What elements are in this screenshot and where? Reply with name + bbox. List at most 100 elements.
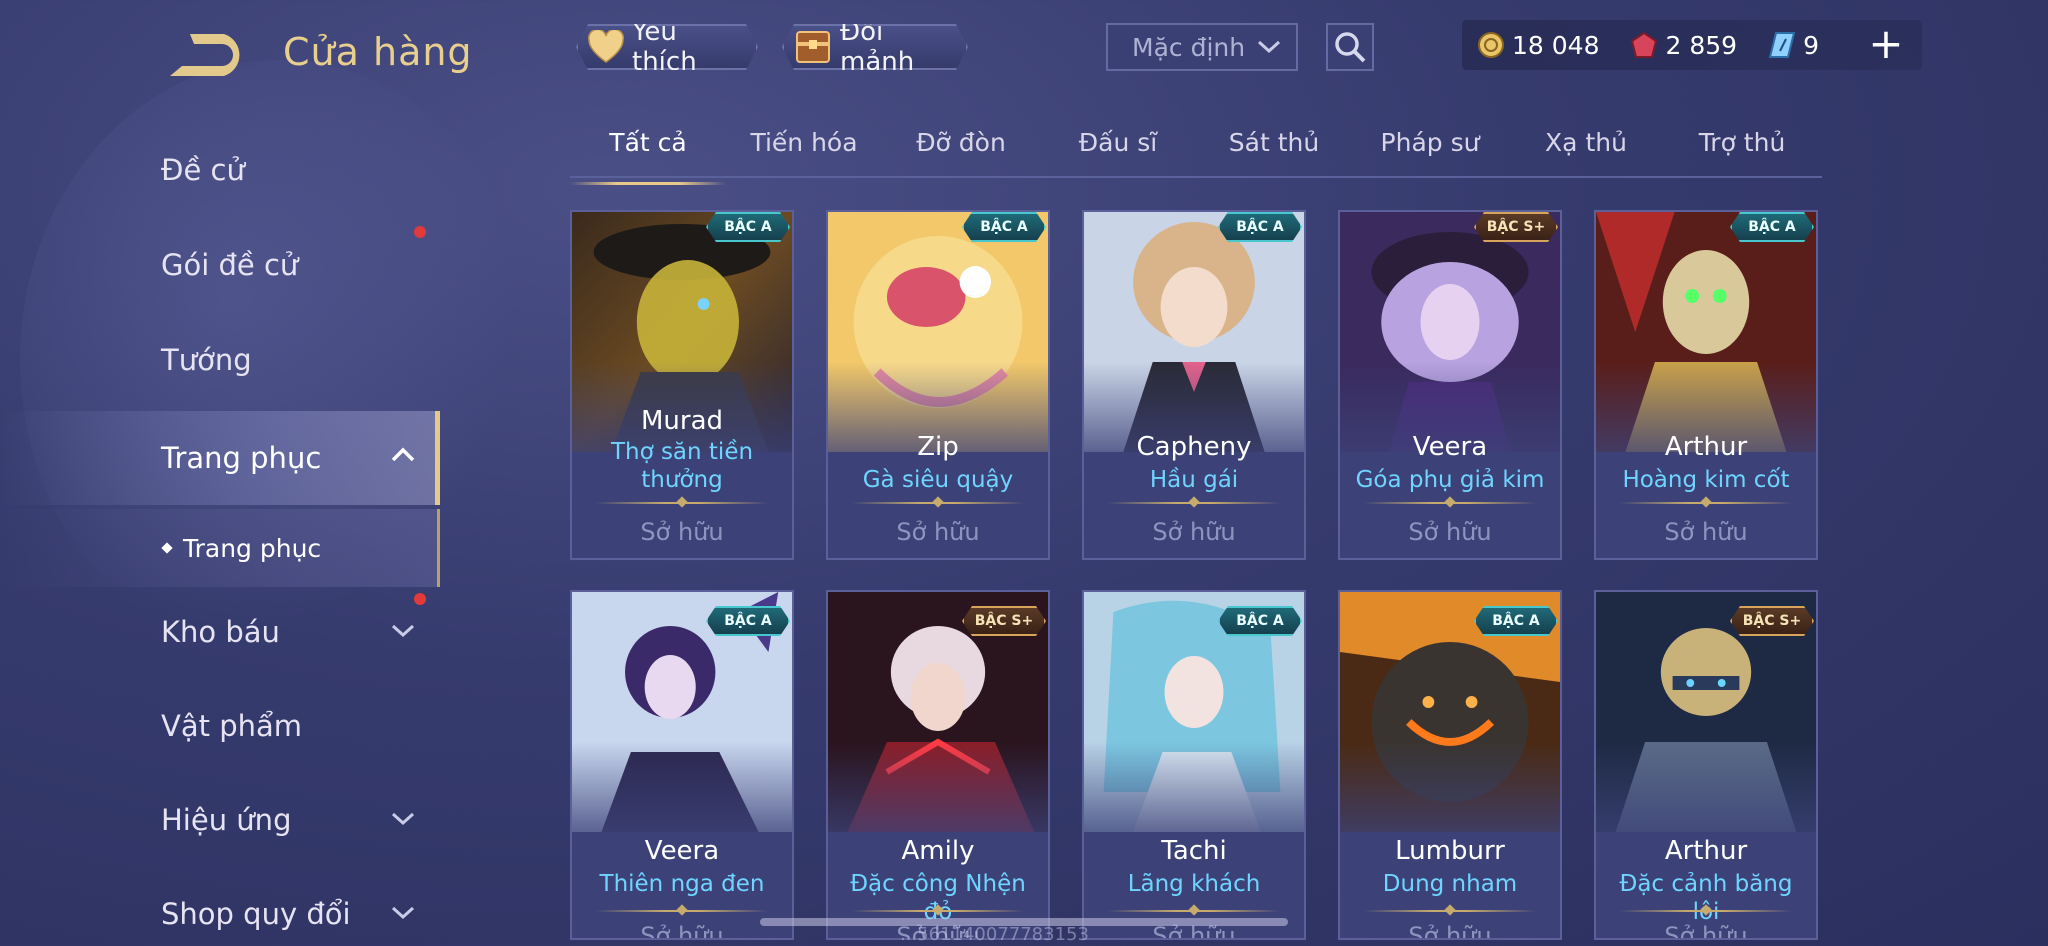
heart-icon [588, 28, 624, 66]
ticket-currency: 9 [1767, 30, 1819, 60]
sidebar-item-label: Đề cử [161, 153, 245, 187]
tier-badge: BẬC S+ [1730, 606, 1814, 636]
chevron-down-icon [391, 906, 415, 920]
chevron-down-icon [1257, 40, 1281, 54]
tier-badge: BẬC S+ [1474, 212, 1558, 242]
skin-card[interactable]: BẬC S+ Amily Đặc công Nhện đỏ Sở hữu [826, 590, 1050, 940]
gem-amount: 2 859 [1665, 30, 1738, 60]
back-button[interactable] [160, 28, 248, 82]
sidebar-item-recommended-packs[interactable]: Gói đề cử [0, 226, 440, 300]
notification-dot [414, 593, 426, 605]
skin-card[interactable]: BẬC A Capheny Hầu gái Sở hữu [1082, 210, 1306, 560]
hero-name: Lumburr [1395, 836, 1505, 866]
ticket-amount: 9 [1803, 30, 1819, 60]
hero-name: Zip [917, 432, 959, 462]
exchange-label: Đổi mảnh [840, 17, 915, 77]
ownership-status: Sở hữu [1152, 518, 1236, 546]
sidebar-item-label: Vật phẩm [161, 709, 303, 743]
skin-card[interactable]: BẬC A Zip Gà siêu quậy Sở hữu [826, 210, 1050, 560]
notification-dot [414, 226, 426, 238]
skin-card[interactable]: BẬC S+ Veera Góa phụ giả kim Sở hữu [1338, 210, 1562, 560]
tab-all[interactable]: Tất cả [570, 128, 726, 185]
tab-tank[interactable]: Đỡ đòn [883, 128, 1039, 171]
tab-assassin[interactable]: Sát thủ [1196, 128, 1352, 171]
red-gem-icon [1629, 30, 1659, 60]
gold-currency: 18 048 [1476, 30, 1599, 60]
page-title: Cửa hàng [283, 30, 473, 74]
sidebar-item-skins[interactable]: Trang phục [0, 411, 440, 505]
sidebar-subitem-skins[interactable]: Trang phục [0, 509, 440, 587]
tier-badge: BẬC A [1218, 606, 1302, 636]
skin-name: Hoàng kim cốt [1622, 467, 1790, 493]
search-button[interactable] [1326, 23, 1374, 71]
card-divider [1364, 910, 1536, 912]
favorites-label: Yêu thích [632, 17, 697, 77]
hero-name: Murad [640, 406, 724, 436]
skin-name: Góa phụ giả kim [1355, 467, 1545, 493]
tab-support[interactable]: Trợ thủ [1664, 128, 1820, 171]
card-divider [1620, 502, 1792, 504]
skin-name: Lãng khách [1127, 871, 1261, 897]
card-divider [1108, 910, 1280, 912]
sidebar-item-heroes[interactable]: Tướng [0, 325, 440, 395]
sidebar-item-label: Kho báu [161, 615, 280, 649]
card-divider [852, 910, 1024, 912]
favorites-button[interactable]: Yêu thích [576, 24, 758, 70]
category-tabs: Tất cả Tiến hóa Đỡ đòn Đấu sĩ Sát thủ Ph… [570, 120, 1822, 185]
tier-badge: BẬC A [1474, 606, 1558, 636]
sort-dropdown[interactable]: Mặc định [1106, 23, 1298, 71]
skin-name: Thiên nga đen [599, 871, 765, 897]
sidebar-item-label: Hiệu ứng [161, 803, 292, 837]
tab-marksman[interactable]: Xạ thủ [1508, 128, 1664, 171]
exchange-shards-button[interactable]: Đổi mảnh [782, 24, 968, 70]
skin-grid: BẬC A Murad Thợ săn tiền thưởng Sở hữu B… [570, 210, 1822, 946]
skin-name: Dung nham [1382, 871, 1518, 897]
sort-value: Mặc định [1132, 32, 1246, 62]
tab-fighter[interactable]: Đấu sĩ [1040, 128, 1196, 171]
skin-name: Đặc cảnh băng lôi [1619, 871, 1793, 925]
ownership-status: Sở hữu [640, 518, 724, 546]
skin-card[interactable]: BẬC A Lumburr Dung nham Sở hữu [1338, 590, 1562, 940]
sidebar-item-treasure[interactable]: Kho báu [0, 593, 440, 667]
tier-badge: BẬC A [1730, 212, 1814, 242]
ownership-status: Sở hữu [1408, 922, 1492, 940]
sidebar-item-items[interactable]: Vật phẩm [0, 691, 440, 761]
skin-card[interactable]: BẬC A Tachi Lãng khách Sở hữu [1082, 590, 1306, 940]
card-divider [1364, 502, 1536, 504]
card-divider [1108, 502, 1280, 504]
hero-name: Tachi [1161, 836, 1227, 866]
sidebar-item-label: Tướng [161, 343, 252, 377]
skin-card[interactable]: BẬC A Murad Thợ săn tiền thưởng Sở hữu [570, 210, 794, 560]
ownership-status: Sở hữu [640, 922, 724, 940]
sidebar: Đề cử Gói đề cử Tướng Trang phục Trang p… [0, 135, 440, 946]
skin-card[interactable]: BẬC A Veera Thiên nga đen Sở hữu [570, 590, 794, 940]
tier-badge: BẬC S+ [962, 606, 1046, 636]
tier-badge: BẬC A [706, 606, 790, 636]
skin-card[interactable]: BẬC A Arthur Hoàng kim cốt Sở hữu [1594, 210, 1818, 560]
back-arrow-icon [170, 34, 240, 76]
card-divider [596, 910, 768, 912]
tab-evolution[interactable]: Tiến hóa [726, 128, 882, 171]
card-divider [596, 502, 768, 504]
ownership-status: Sở hữu [896, 518, 980, 546]
hero-name: Arthur [1664, 836, 1748, 866]
hero-name: Veera [1412, 432, 1488, 462]
chevron-up-icon [391, 447, 415, 462]
tier-badge: BẬC A [962, 212, 1046, 242]
gold-amount: 18 048 [1512, 30, 1600, 60]
sidebar-item-label: Trang phục [161, 441, 322, 475]
sidebar-item-exchange-shop[interactable]: Shop quy đổi [0, 879, 440, 946]
card-divider [1620, 910, 1792, 912]
add-currency-button[interactable]: + [1868, 22, 1904, 68]
skin-card[interactable]: BẬC S+ Arthur Đặc cảnh băng lôi Sở hữu [1594, 590, 1818, 940]
hero-name: Capheny [1136, 432, 1252, 462]
sidebar-subitem-label: Trang phục [183, 533, 322, 563]
sidebar-item-effects[interactable]: Hiệu ứng [0, 785, 440, 855]
watermark-text: ...561140077783153 [900, 924, 1089, 945]
sidebar-item-label: Gói đề cử [161, 248, 299, 282]
chevron-down-icon [391, 624, 415, 638]
card-divider [852, 502, 1024, 504]
tab-mage[interactable]: Pháp sư [1352, 128, 1508, 171]
sidebar-item-recommended[interactable]: Đề cử [0, 135, 440, 205]
gold-coin-icon [1476, 30, 1506, 60]
